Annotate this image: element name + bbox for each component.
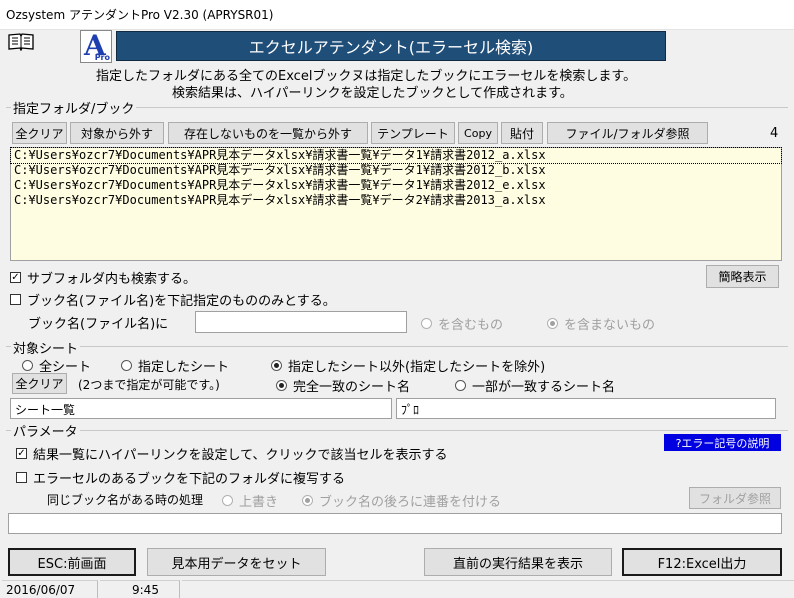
subfolder-checkbox[interactable]: ✓ サブフォルダ内も検索する。 [10,268,196,287]
sheet-name-input-2[interactable]: ﾌﾟﾛ [396,398,776,419]
window-title: Ozsystem アテンダントPro V2.30 (APRYSR01) [6,8,274,22]
banner-title: エクセルアテンダント(エラーセル検索) [248,38,534,57]
same-name-label: 同じブック名がある時の処理 [47,493,204,507]
contains-label: を含むもの [438,318,504,333]
checkbox-checked-icon: ✓ [16,448,27,459]
simple-view-button[interactable]: 簡略表示 [706,265,779,288]
book-name-check-label: ブック名(ファイル名)を下記指定のもののみとする。 [27,294,336,309]
overwrite-label: 上書き [239,495,279,510]
show-previous-result-button[interactable]: 直前の実行結果を表示 [424,548,612,576]
book-icon[interactable] [8,33,34,52]
copy-error-books-checkbox[interactable]: エラーセルのあるブックを下記のフォルダに複写する [16,468,345,487]
exact-match-label: 完全一致のシート名 [293,380,411,395]
description-line-2: 検索結果は、ハイパーリンクを設定したブックとして作成されます。 [172,86,573,101]
partial-match-radio[interactable]: 一部が一致するシート名 [455,376,615,395]
file-list-item[interactable]: C:¥Users¥ozcr7¥Documents¥APR見本データxlsx¥請求… [11,178,781,193]
error-help-button[interactable]: ?エラー記号の説明 [664,434,781,451]
radio-selected-icon [271,360,282,371]
exact-match-radio[interactable]: 完全一致のシート名 [276,376,410,395]
book-name-label: ブック名(ファイル名)に [28,317,169,332]
checkbox-checked-icon: ✓ [10,272,21,283]
not-contains-radio[interactable]: を含まないもの [547,314,655,333]
sheet-note: (2つまで指定が可能です。) [78,378,220,392]
radio-icon [455,380,466,391]
statusbar-time: 9:45 [100,580,180,598]
checkbox-empty-icon [10,294,21,305]
folder-group-label: 指定フォルダ/ブック [11,98,137,117]
param-group-label: パラメータ [11,421,80,440]
template-button[interactable]: テンプレート [371,122,455,144]
header-banner: エクセルアテンダント(エラーセル検索) [116,31,666,61]
specified-sheets-label: 指定したシート [138,360,230,375]
exclude-button[interactable]: 対象から外す [70,122,164,144]
copy-folder-input[interactable] [8,513,782,534]
paste-button[interactable]: 貼付 [501,122,543,144]
specified-sheets-radio[interactable]: 指定したシート [121,356,229,375]
contains-radio[interactable]: を含むもの [421,314,503,333]
partial-match-label: 一部が一致するシート名 [472,380,616,395]
radio-icon [421,318,432,329]
radio-icon [222,495,233,506]
set-sample-data-button[interactable]: 見本用データをセット [147,548,326,576]
radio-selected-icon [547,318,558,329]
except-specified-radio[interactable]: 指定したシート以外(指定したシートを除外) [271,356,545,375]
app-logo: A Pro [80,29,112,63]
sheet-group-label: 対象シート [11,338,81,357]
hyperlink-label: 結果一覧にハイパーリンクを設定して、クリックで該当セルを表示する [33,448,448,463]
radio-selected-icon [302,495,313,506]
radio-icon [121,360,132,371]
logo-sub: Pro [94,53,110,62]
overwrite-radio[interactable]: 上書き [222,491,278,510]
file-list-item[interactable]: C:¥Users¥ozcr7¥Documents¥APR見本データxlsx¥請求… [11,163,781,178]
file-list-item[interactable]: C:¥Users¥ozcr7¥Documents¥APR見本データxlsx¥請求… [11,193,781,208]
copy-error-books-label: エラーセルのあるブックを下記のフォルダに複写する [33,472,346,487]
remove-missing-button[interactable]: 存在しないものを一覧から外す [168,122,368,144]
append-number-label: ブック名の後ろに連番を付ける [319,495,502,510]
file-count: 4 [770,126,779,141]
title-bar: Ozsystem アテンダントPro V2.30 (APRYSR01) [0,0,794,30]
folder-browse-button[interactable]: フォルダ参照 [689,487,781,509]
statusbar-date: 2016/06/07 [2,580,98,598]
hyperlink-checkbox[interactable]: ✓ 結果一覧にハイパーリンクを設定して、クリックで該当セルを表示する [16,444,447,463]
clear-all-button[interactable]: 全クリア [12,122,67,144]
radio-selected-icon [276,380,287,391]
excel-output-button[interactable]: F12:Excel出力 [622,548,782,576]
not-contains-label: を含まないもの [564,318,656,333]
checkbox-empty-icon [16,472,27,483]
browse-files-button[interactable]: ファイル/フォルダ参照 [547,122,708,144]
file-list[interactable]: C:¥Users¥ozcr7¥Documents¥APR見本データxlsx¥請求… [10,147,782,261]
statusbar-rest [182,580,794,598]
sheet-name-input-1[interactable]: シート一覧 [10,398,392,419]
subfolder-label: サブフォルダ内も検索する。 [27,272,197,287]
append-number-radio[interactable]: ブック名の後ろに連番を付ける [302,491,501,510]
radio-icon [22,360,33,371]
book-name-input[interactable] [195,311,407,333]
sheet-clear-all-button[interactable]: 全クリア [12,373,67,394]
sheet-group-border [6,346,788,347]
file-list-item[interactable]: C:¥Users¥ozcr7¥Documents¥APR見本データxlsx¥請求… [10,147,782,164]
book-name-checkbox[interactable]: ブック名(ファイル名)を下記指定のもののみとする。 [10,290,336,309]
param-group-border [6,430,788,431]
esc-back-button[interactable]: ESC:前画面 [8,548,136,576]
copy-button[interactable]: Copy [458,122,498,144]
except-specified-label: 指定したシート以外(指定したシートを除外) [288,360,546,375]
